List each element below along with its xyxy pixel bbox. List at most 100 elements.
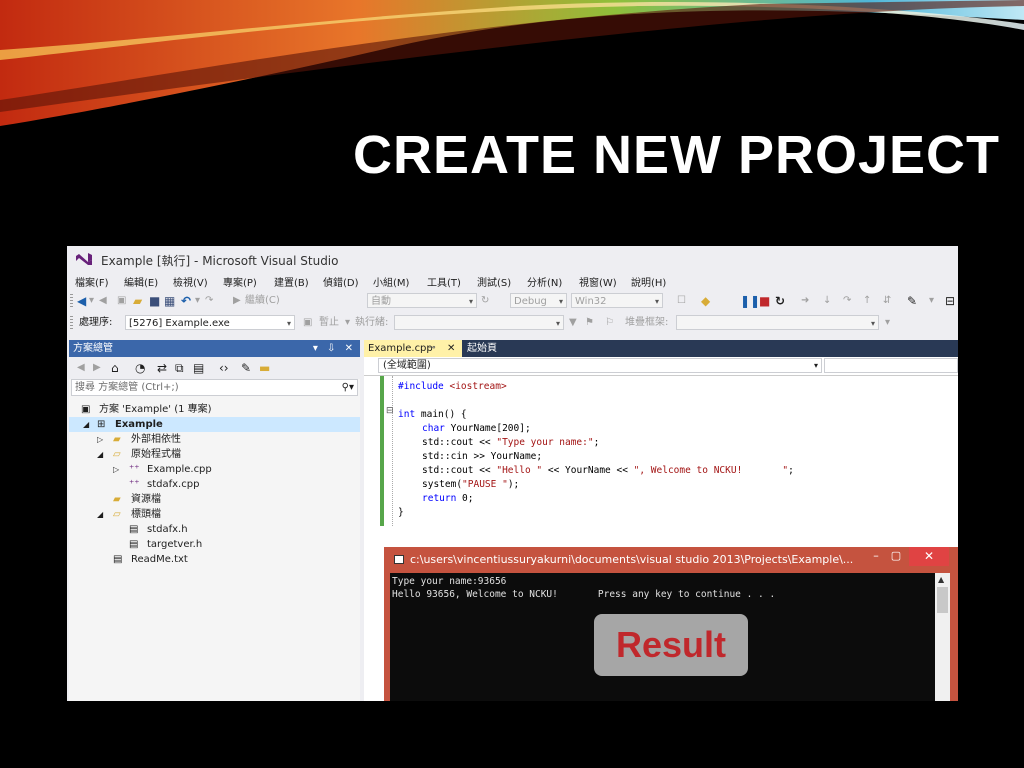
step-out-icon[interactable]: ↑ bbox=[863, 293, 871, 309]
back-dropdown-icon[interactable]: ▾ bbox=[89, 293, 94, 309]
process-combo[interactable]: [5276] Example.exe ▾ bbox=[125, 315, 295, 330]
menu-team[interactable]: 小組(M) bbox=[373, 274, 409, 289]
tree-item-external-deps[interactable]: ▷ ▰ 外部相依性 bbox=[69, 432, 360, 447]
menu-tools[interactable]: 工具(T) bbox=[427, 274, 461, 289]
refresh-icon[interactable]: ↻ bbox=[481, 293, 489, 309]
forward-icon[interactable]: ◀ bbox=[99, 293, 107, 309]
scrollbar-thumb[interactable] bbox=[937, 587, 948, 613]
preview-icon[interactable]: ▬ bbox=[259, 360, 270, 376]
lifecycle-icon[interactable]: ▣ bbox=[303, 315, 312, 331]
thread-combo[interactable]: ▾ bbox=[394, 315, 564, 330]
solution-search-input[interactable]: 搜尋 方案總管 (Ctrl+;) ⚲▾ bbox=[71, 379, 358, 396]
menu-edit[interactable]: 編輯(E) bbox=[124, 274, 158, 289]
document-tab-strip: Example.cpp ⊸ ✕ 起始頁 bbox=[364, 340, 958, 357]
filter-icon[interactable]: ▼ bbox=[569, 315, 577, 331]
tree-item-header-files[interactable]: ◢ ▱ 標頭檔 bbox=[69, 507, 360, 522]
step-into-icon[interactable]: ↓ bbox=[823, 293, 831, 309]
tree-item-resource-files[interactable]: ▰ 資源檔 bbox=[69, 492, 360, 507]
stack-frame-combo[interactable]: ▾ bbox=[676, 315, 879, 330]
toolbar-overflow-icon[interactable]: ▾ bbox=[929, 293, 934, 309]
stop-debugging-icon[interactable]: ■ bbox=[759, 293, 770, 309]
properties-icon[interactable]: ✎ bbox=[241, 360, 251, 376]
process-label: 處理序: bbox=[79, 317, 113, 328]
redo-icon[interactable]: ↷ bbox=[205, 293, 213, 309]
maximize-button[interactable]: ▢ bbox=[888, 547, 904, 567]
toolbar-grip[interactable] bbox=[70, 294, 73, 308]
continue-button[interactable]: 繼續(C) bbox=[245, 293, 280, 309]
break-all-icon[interactable]: ❚❚ bbox=[740, 293, 760, 309]
collapse-icon[interactable]: ⊟ bbox=[386, 406, 394, 416]
tab-example-cpp[interactable]: Example.cpp ⊸ ✕ bbox=[364, 340, 462, 357]
menu-window[interactable]: 視窗(W) bbox=[579, 274, 617, 289]
back-icon[interactable]: ◀ bbox=[77, 293, 86, 309]
tab-start-page[interactable]: 起始頁 bbox=[464, 340, 497, 357]
close-icon[interactable]: ✕ bbox=[447, 340, 455, 357]
find-icon[interactable]: ☐ bbox=[677, 293, 686, 309]
scope-combo[interactable]: (全域範圍) ▾ bbox=[378, 358, 822, 373]
menu-test[interactable]: 測試(S) bbox=[477, 274, 511, 289]
view-code-icon[interactable]: ‹› bbox=[219, 360, 229, 376]
tree-item-readme[interactable]: ▤ ReadMe.txt bbox=[69, 552, 360, 567]
open-file-icon[interactable]: ▰ bbox=[133, 293, 142, 309]
tree-item-stdafx-h[interactable]: ▤ stdafx.h bbox=[69, 522, 360, 537]
minimize-button[interactable]: – bbox=[868, 547, 884, 567]
menu-project[interactable]: 專案(P) bbox=[223, 274, 257, 289]
expanded-arrow-icon[interactable]: ◢ bbox=[97, 447, 103, 462]
configuration-combo[interactable]: Debug ▾ bbox=[510, 293, 567, 308]
uncomment-icon[interactable]: ⊟ bbox=[945, 293, 955, 309]
tree-item-targetver-h[interactable]: ▤ targetver.h bbox=[69, 537, 360, 552]
step-over-icon[interactable]: ↷ bbox=[843, 293, 851, 309]
pane-controls[interactable]: ▾ ⇩ ✕ bbox=[313, 340, 356, 357]
search-icon[interactable]: ⚲▾ bbox=[342, 380, 354, 395]
toolbar-overflow-icon[interactable]: ▾ bbox=[885, 315, 890, 331]
close-button[interactable]: ✕ bbox=[909, 547, 949, 566]
save-icon[interactable]: ■ bbox=[149, 293, 160, 309]
undo-dropdown-icon[interactable]: ▾ bbox=[195, 293, 200, 309]
pin-icon[interactable]: ⊸ bbox=[428, 340, 436, 357]
tree-item-example-cpp[interactable]: ▷ ⁺⁺ Example.cpp bbox=[69, 462, 360, 477]
comment-icon[interactable]: ✎ bbox=[907, 293, 917, 309]
flag-thread-icon[interactable]: ⚑ bbox=[585, 315, 594, 331]
continue-icon[interactable]: ▶ bbox=[233, 293, 241, 309]
tree-item-stdafx-cpp[interactable]: ⁺⁺ stdafx.cpp bbox=[69, 477, 360, 492]
restart-icon[interactable]: ↻ bbox=[775, 293, 785, 309]
project-icon: ⊞ bbox=[97, 419, 106, 430]
toolbar-grip[interactable] bbox=[70, 316, 73, 330]
sync-icon[interactable]: ⇄ bbox=[157, 360, 167, 376]
collapsed-arrow-icon[interactable]: ▷ bbox=[97, 432, 103, 447]
undo-icon[interactable]: ↶ bbox=[181, 293, 191, 309]
show-flagged-icon[interactable]: ⚐ bbox=[605, 315, 614, 331]
suspend-dropdown-icon[interactable]: ▾ bbox=[345, 315, 350, 331]
home-icon[interactable]: ⌂ bbox=[111, 360, 119, 376]
auto-combo[interactable]: 自動 ▾ bbox=[367, 293, 477, 308]
suspend-button[interactable]: 暫止 bbox=[319, 315, 339, 331]
console-scrollbar[interactable]: ▲ bbox=[935, 573, 950, 701]
collapse-all-icon[interactable]: ⧉ bbox=[175, 360, 184, 376]
back-icon[interactable]: ◀ bbox=[77, 360, 85, 376]
pending-changes-icon[interactable]: ◔ bbox=[135, 360, 145, 376]
menu-analyze[interactable]: 分析(N) bbox=[527, 274, 562, 289]
scroll-up-icon[interactable]: ▲ bbox=[938, 575, 944, 584]
show-all-files-icon[interactable]: ▤ bbox=[193, 360, 204, 376]
menu-view[interactable]: 檢視(V) bbox=[173, 274, 208, 289]
menu-build[interactable]: 建置(B) bbox=[274, 274, 309, 289]
menu-debug[interactable]: 偵錯(D) bbox=[323, 274, 359, 289]
new-project-icon[interactable]: ▣ bbox=[117, 293, 126, 309]
member-combo[interactable] bbox=[824, 358, 958, 373]
platform-combo[interactable]: Win32 ▾ bbox=[571, 293, 663, 308]
menu-help[interactable]: 說明(H) bbox=[631, 274, 666, 289]
exception-icon[interactable]: ◆ bbox=[701, 293, 710, 309]
code-token: ", Welcome to NCKU! " bbox=[633, 465, 789, 476]
menu-file[interactable]: 檔案(F) bbox=[75, 274, 109, 289]
expanded-arrow-icon[interactable]: ◢ bbox=[83, 417, 89, 432]
hex-icon[interactable]: ⇵ bbox=[883, 293, 891, 309]
tree-item-source-files[interactable]: ◢ ▱ 原始程式檔 bbox=[69, 447, 360, 462]
collapsed-arrow-icon[interactable]: ▷ bbox=[113, 462, 119, 477]
code-area[interactable]: #include <iostream> ⊟ int main() { char … bbox=[364, 376, 958, 526]
tree-item-solution[interactable]: ▣ 方案 'Example' (1 專案) bbox=[69, 402, 360, 417]
expanded-arrow-icon[interactable]: ◢ bbox=[97, 507, 103, 522]
tree-item-project[interactable]: ◢ ⊞ Example bbox=[69, 417, 360, 432]
show-next-statement-icon[interactable]: ➜ bbox=[801, 293, 809, 309]
forward-icon[interactable]: ▶ bbox=[93, 360, 101, 376]
save-all-icon[interactable]: ▦ bbox=[164, 293, 175, 309]
